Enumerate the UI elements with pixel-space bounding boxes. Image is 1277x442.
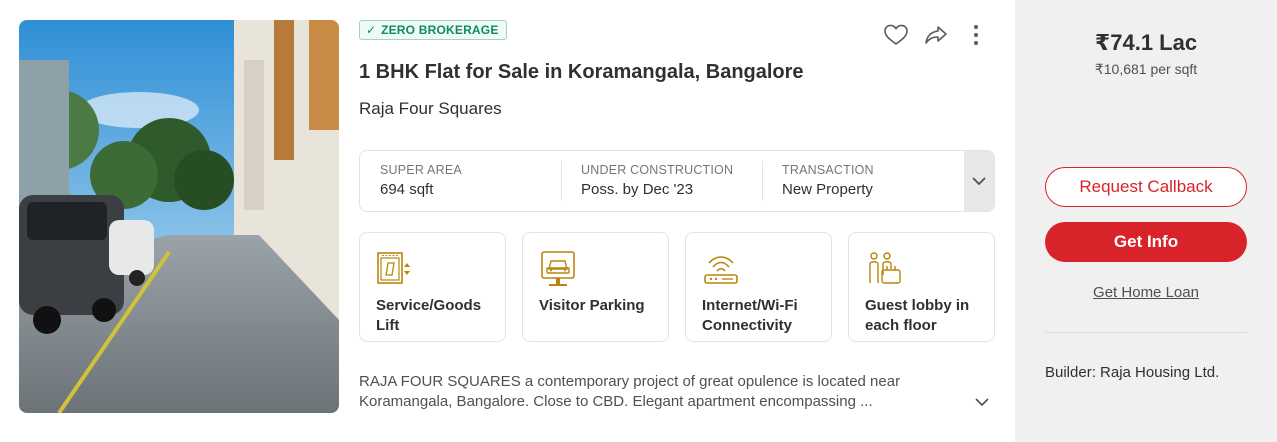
summary-label: TRANSACTION <box>782 163 874 177</box>
property-photo[interactable] <box>19 20 339 413</box>
badge-label: ZERO BROKERAGE <box>381 23 499 37</box>
more-vertical-icon[interactable] <box>963 22 989 48</box>
summary-expand-button[interactable] <box>964 151 994 211</box>
home-loan-link[interactable]: Get Home Loan <box>1015 284 1277 301</box>
listing-actions <box>883 22 989 48</box>
amenity-label: Service/Goods Lift <box>376 297 482 334</box>
project-name[interactable]: Raja Four Squares <box>359 99 502 119</box>
description-line: RAJA FOUR SQUARES a contemporary project… <box>359 373 901 390</box>
amenity-guest-lobby: Guest lobby in each floor <box>848 232 995 342</box>
check-icon: ✓ <box>366 23 377 37</box>
amenity-label: Guest lobby in each floor <box>865 297 970 334</box>
summary-value: 694 sqft <box>380 181 434 198</box>
price-panel: ₹74.1 Lac ₹10,681 per sqft Request Callb… <box>1015 0 1277 442</box>
description-expand-button[interactable] <box>975 394 989 412</box>
amenities-list: Service/Goods Lift Visitor Parking Inter… <box>359 232 995 342</box>
property-photo-image <box>19 20 339 413</box>
get-info-button[interactable]: Get Info <box>1045 222 1247 262</box>
lift-icon <box>377 252 410 284</box>
property-card: ✓ ZERO BROKERAGE 1 BHK Flat for Sale in … <box>0 0 1277 442</box>
summary-value: New Property <box>782 181 873 198</box>
amenity-lift: Service/Goods Lift <box>359 232 506 342</box>
summary-label: UNDER CONSTRUCTION <box>581 163 734 177</box>
amenity-label: Visitor Parking <box>539 297 645 314</box>
chevron-down-icon <box>972 176 986 185</box>
chevron-down-icon <box>975 398 989 407</box>
price: ₹74.1 Lac <box>1094 30 1198 55</box>
price-per-sqft: ₹10,681 per sqft <box>1094 61 1198 77</box>
guest-lobby-icon <box>869 252 901 284</box>
amenity-label: Internet/Wi-Fi Connectivity <box>702 297 798 334</box>
summary-label: SUPER AREA <box>380 163 462 177</box>
builder-name: Builder: Raja Housing Ltd. <box>1045 364 1220 381</box>
summary-super-area: SUPER AREA 694 sqft <box>360 151 561 211</box>
property-summary: SUPER AREA 694 sqft UNDER CONSTRUCTION P… <box>359 150 995 212</box>
listing-title[interactable]: 1 BHK Flat for Sale in Koramangala, Bang… <box>359 61 804 84</box>
request-callback-button[interactable]: Request Callback <box>1045 167 1247 207</box>
listing-description: RAJA FOUR SQUARES a contemporary project… <box>359 372 969 412</box>
summary-transaction: TRANSACTION New Property <box>762 151 963 211</box>
parking-car-icon <box>541 251 575 286</box>
wifi-router-icon <box>704 256 738 284</box>
heart-icon[interactable] <box>883 22 909 48</box>
amenity-visitor-parking: Visitor Parking <box>522 232 669 342</box>
share-icon[interactable] <box>923 22 949 48</box>
zero-brokerage-badge: ✓ ZERO BROKERAGE <box>359 20 507 40</box>
amenity-internet: Internet/Wi-Fi Connectivity <box>685 232 832 342</box>
summary-value: Poss. by Dec '23 <box>581 181 694 198</box>
description-line: Koramangala, Bangalore. Close to CBD. El… <box>359 393 873 410</box>
listing-details: ✓ ZERO BROKERAGE 1 BHK Flat for Sale in … <box>359 20 995 420</box>
summary-status: UNDER CONSTRUCTION Poss. by Dec '23 <box>561 151 762 211</box>
divider <box>1045 332 1247 333</box>
